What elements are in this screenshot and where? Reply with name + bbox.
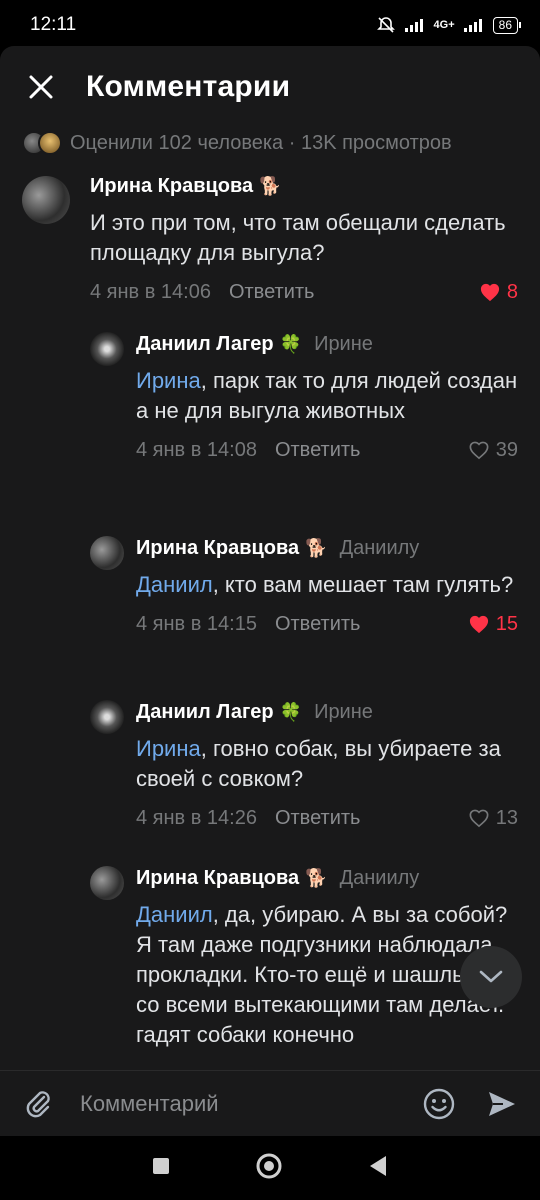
heart-outline-icon (469, 809, 489, 828)
comment-text: Ирина, говно собак, вы убираете за своей… (136, 736, 501, 791)
like-count: 39 (495, 438, 518, 461)
avatar[interactable] (90, 332, 124, 366)
dog-badge-icon: 🐕 (305, 867, 328, 888)
clover-badge-icon: 🍀 (279, 701, 303, 722)
mention-link[interactable]: Ирина (136, 368, 201, 393)
comment: Ирина Кравцова 🐕 Даниилу Даниил, да, уби… (0, 864, 540, 1070)
dog-badge-icon: 🐕 (305, 537, 328, 558)
comment-author[interactable]: Даниил Лагер (136, 701, 274, 724)
back-button[interactable] (367, 1154, 389, 1183)
attach-button[interactable] (22, 1088, 54, 1120)
comment-text: И это при том, что там обещали сделать п… (90, 210, 506, 265)
comment-date: 4 янв в 14:26 (136, 806, 257, 829)
like-button[interactable]: 15 (468, 613, 518, 636)
like-button[interactable]: 13 (468, 807, 518, 830)
like-button[interactable]: 8 (479, 281, 518, 304)
reply-button[interactable]: Ответить (229, 281, 315, 304)
signal-icon (404, 19, 423, 32)
comment-author[interactable]: Ирина Кравцова (136, 537, 299, 560)
status-bar: 12:11 4G+ 86 (0, 0, 540, 50)
reply-button[interactable]: Ответить (275, 439, 361, 462)
avatar[interactable] (90, 866, 124, 900)
comment-text: Даниил, кто вам мешает там гулять? (136, 572, 514, 597)
battery-icon: 86 (492, 16, 522, 34)
reply-button[interactable]: Ответить (275, 613, 361, 636)
heart-outline-icon (469, 441, 489, 460)
heart-filled-icon (469, 615, 488, 634)
mute-icon (376, 17, 395, 33)
like-count: 13 (495, 806, 518, 829)
comment-author[interactable]: Ирина Кравцова (90, 175, 253, 198)
comment-date: 4 янв в 14:06 (90, 280, 211, 303)
triangle-back-icon (370, 1155, 386, 1176)
home-button[interactable] (255, 1152, 283, 1185)
like-button[interactable]: 39 (468, 439, 518, 462)
circle-icon (256, 1153, 282, 1178)
emoji-button[interactable] (422, 1087, 456, 1121)
page-title: Комментарии (86, 70, 291, 103)
avatar[interactable] (90, 700, 124, 734)
comment-date: 4 янв в 14:08 (136, 438, 257, 461)
send-button[interactable] (486, 1089, 518, 1119)
comment-input[interactable]: Комментарий (80, 1091, 422, 1117)
status-time: 12:11 (30, 14, 77, 35)
square-icon (153, 1157, 169, 1174)
network-type: 4G+ (433, 19, 455, 31)
scroll-down-button[interactable] (460, 946, 522, 1008)
mention-link[interactable]: Даниил (136, 902, 213, 927)
reply-to[interactable]: Даниилу (340, 537, 420, 560)
comment-date: 4 янв в 14:15 (136, 612, 257, 635)
mention-link[interactable]: Даниил (136, 572, 213, 597)
comment-text: Ирина, парк так то для людей создан а не… (136, 368, 518, 423)
mention-link[interactable]: Ирина (136, 736, 201, 761)
close-icon (29, 75, 53, 99)
recents-button[interactable] (151, 1156, 171, 1181)
avatar[interactable] (22, 176, 70, 224)
avatar (38, 131, 62, 155)
close-button[interactable] (26, 72, 56, 102)
like-count: 8 (506, 280, 518, 303)
like-count: 15 (495, 612, 518, 635)
liker-avatars (22, 131, 62, 155)
reply-button[interactable]: Ответить (275, 807, 361, 830)
send-icon (489, 1091, 515, 1116)
reply-to[interactable]: Ирине (314, 701, 373, 724)
chevron-down-icon (479, 970, 503, 983)
system-navbar (0, 1136, 540, 1200)
likes-summary[interactable]: Оценили 102 человека · 13K просмотров (0, 128, 540, 158)
comment-author[interactable]: Ирина Кравцова (136, 867, 299, 890)
header: Комментарии (0, 46, 540, 128)
clover-badge-icon: 🍀 (279, 333, 303, 354)
comment-composer: Комментарий (0, 1070, 540, 1136)
reply-to[interactable]: Даниилу (340, 867, 420, 890)
avatar[interactable] (90, 536, 124, 570)
signal-icon-2 (463, 19, 482, 32)
stats-text: Оценили 102 человека · 13K просмотров (70, 131, 452, 154)
dog-badge-icon: 🐕 (259, 175, 282, 196)
smile-icon (423, 1088, 455, 1119)
reply-to[interactable]: Ирине (314, 333, 373, 356)
heart-filled-icon (480, 283, 499, 302)
paperclip-icon (26, 1090, 50, 1117)
comment-author[interactable]: Даниил Лагер (136, 333, 274, 356)
